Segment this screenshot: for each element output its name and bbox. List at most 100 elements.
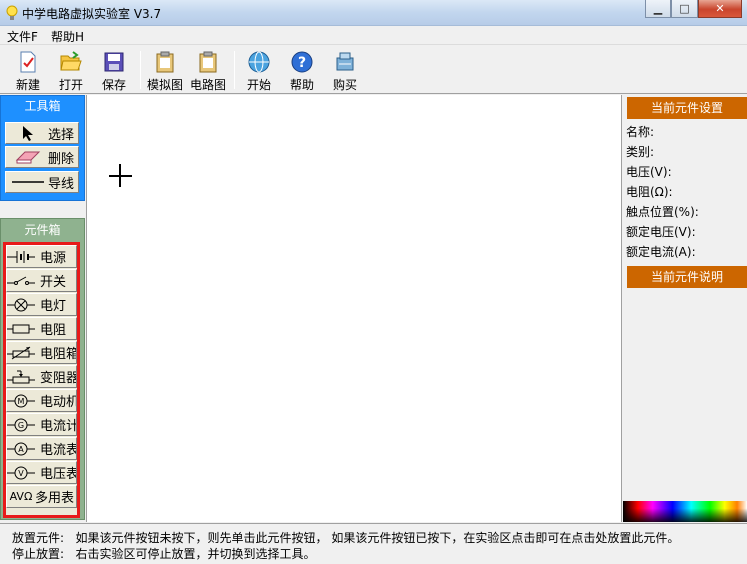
menu-bar: 文件F 帮助H — [0, 26, 747, 44]
window-title: 中学电路虚拟实验室 V3.7 — [22, 7, 162, 21]
component-label: 电源 — [40, 251, 67, 266]
wire-line-icon — [10, 174, 46, 190]
select-tool-label: 选择 — [48, 127, 75, 143]
component-label: 电动机 — [40, 395, 77, 410]
property-voltage: 电压(V): — [626, 165, 672, 179]
svg-text:?: ? — [298, 55, 306, 71]
component-voltmeter-button[interactable]: V 电压表 — [6, 461, 77, 484]
circuit-view-button[interactable]: 电路图 — [188, 50, 228, 94]
galvanometer-icon: G — [7, 417, 35, 433]
delete-tool-button[interactable]: 删除 — [5, 146, 79, 168]
maximize-button[interactable]: □ — [671, 0, 698, 18]
start-button[interactable]: 开始 — [239, 50, 279, 94]
switch-icon — [7, 273, 35, 289]
toolbox-panel: 工具箱 选择 删除 导线 — [0, 95, 85, 201]
clipboard-icon — [156, 51, 174, 73]
help-button[interactable]: ? 帮助 — [282, 50, 322, 94]
component-settings-title: 当前元件设置 — [627, 97, 747, 119]
component-rheostat-button[interactable]: 变阻器 — [6, 365, 77, 388]
ammeter-icon: A — [7, 441, 35, 457]
multimeter-icon: AVΩ — [9, 490, 33, 503]
wire-tool-button[interactable]: 导线 — [5, 171, 79, 193]
component-description-title: 当前元件说明 — [627, 266, 747, 288]
buy-button[interactable]: 购买 — [325, 50, 365, 94]
component-label: 电阻箱 — [40, 347, 77, 362]
resistor-icon — [7, 321, 35, 337]
property-category: 类别: — [626, 145, 655, 159]
component-label: 电流计 — [40, 419, 77, 434]
status-place-label: 放置元件: — [12, 531, 65, 545]
close-button[interactable]: ✕ — [698, 0, 742, 18]
new-label: 新建 — [15, 78, 40, 92]
open-folder-icon — [60, 51, 82, 71]
component-ammeter-button[interactable]: A 电流表 — [6, 437, 77, 460]
wire-tool-label: 导线 — [48, 176, 75, 192]
new-button[interactable]: 新建 — [8, 50, 48, 94]
component-galvanometer-button[interactable]: G 电流计 — [6, 413, 77, 436]
lamp-icon — [7, 297, 35, 313]
component-list: 电源 开关 电灯 电阻 电阻箱 变阻器 M 电动机 G 电流计 A 电流表 V … — [3, 242, 80, 518]
rheostat-icon — [7, 369, 35, 385]
menu-file[interactable]: 文件F — [7, 28, 38, 45]
property-contact-position: 触点位置(%): — [626, 205, 699, 219]
motor-icon: M — [7, 393, 35, 409]
crosshair-cursor-icon — [119, 164, 121, 187]
open-label: 打开 — [58, 78, 83, 92]
component-resistor-button[interactable]: 电阻 — [6, 317, 77, 340]
battery-icon — [7, 249, 35, 265]
simulation-view-label: 模拟图 — [146, 78, 183, 92]
help-label: 帮助 — [289, 78, 314, 92]
select-tool-button[interactable]: 选择 — [5, 122, 79, 144]
component-box-panel: 元件箱 电源 开关 电灯 电阻 电阻箱 变阻器 M 电动机 G 电流计 A 电流… — [0, 218, 85, 520]
svg-text:M: M — [18, 397, 25, 406]
property-rated-voltage: 额定电压(V): — [626, 225, 696, 239]
buy-label: 购买 — [332, 78, 357, 92]
help-question-icon: ? — [291, 51, 313, 73]
component-label: 开关 — [40, 275, 67, 290]
component-lamp-button[interactable]: 电灯 — [6, 293, 77, 316]
component-label: 电流表 — [40, 443, 77, 458]
svg-text:V: V — [18, 469, 24, 478]
property-resistance: 电阻(Ω): — [626, 185, 673, 199]
resistance-box-icon — [7, 345, 35, 361]
component-label: 变阻器 — [40, 371, 77, 386]
buy-cart-icon — [336, 52, 354, 71]
property-rated-current: 额定电流(A): — [626, 245, 696, 259]
status-stop-label: 停止放置: — [12, 547, 65, 561]
voltmeter-icon: V — [7, 465, 35, 481]
color-spectrum-picker[interactable] — [623, 501, 747, 522]
pointer-icon — [10, 125, 46, 141]
component-label: 电压表 — [40, 467, 77, 482]
toolbar: 新建 打开 保存 模拟图 电路图 开始 ? 帮助 购买 — [0, 44, 747, 94]
menu-help[interactable]: 帮助H — [51, 28, 84, 45]
clipboard-icon — [199, 51, 217, 73]
component-resistance-box-button[interactable]: 电阻箱 — [6, 341, 77, 364]
circuit-view-label: 电路图 — [189, 78, 226, 92]
toolbox-title: 工具箱 — [24, 99, 61, 113]
component-box-title: 元件箱 — [24, 223, 61, 237]
start-label: 开始 — [246, 78, 271, 92]
minimize-button[interactable]: ▁ — [645, 0, 671, 18]
toolbar-separator — [234, 51, 235, 89]
property-name: 名称: — [626, 125, 655, 139]
component-motor-button[interactable]: M 电动机 — [6, 389, 77, 412]
status-stop-text: 右击实验区可停止放置，并切换到选择工具。 — [75, 547, 316, 561]
eraser-icon — [10, 149, 46, 165]
component-label: 多用表 — [35, 491, 75, 506]
save-button[interactable]: 保存 — [94, 50, 134, 94]
status-line-place: 放置元件: 如果该元件按钮未按下，则先单击此元件按钮， 如果该元件按钮已按下，在… — [12, 529, 679, 546]
component-multimeter-button[interactable]: AVΩ 多用表 — [6, 485, 77, 508]
component-label: 电阻 — [40, 323, 67, 338]
toolbar-separator — [140, 51, 141, 89]
delete-tool-label: 删除 — [48, 151, 75, 167]
component-battery-button[interactable]: 电源 — [6, 245, 77, 268]
svg-text:G: G — [18, 421, 24, 430]
experiment-canvas[interactable] — [86, 95, 622, 522]
simulation-view-button[interactable]: 模拟图 — [145, 50, 185, 94]
title-bar[interactable]: 中学电路虚拟实验室 V3.7 ▁ □ ✕ — [0, 0, 747, 26]
globe-icon — [248, 51, 270, 73]
new-file-icon — [20, 51, 36, 73]
component-switch-button[interactable]: 开关 — [6, 269, 77, 292]
open-button[interactable]: 打开 — [51, 50, 91, 94]
app-bulb-icon — [6, 5, 18, 20]
